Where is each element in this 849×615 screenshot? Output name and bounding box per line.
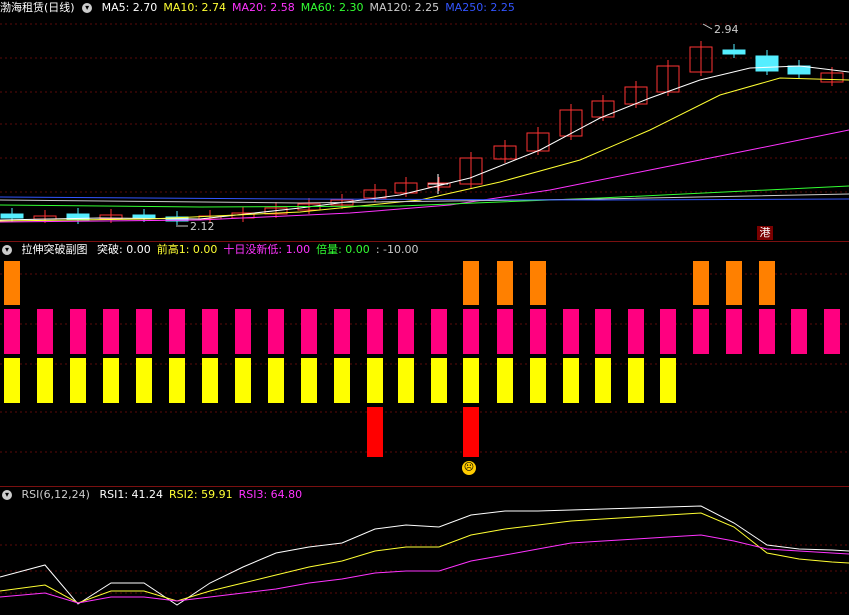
prev-high-bar	[463, 358, 479, 403]
high-pointer	[702, 23, 713, 30]
no-new-low-bar	[334, 309, 350, 354]
double-volume-bar	[463, 407, 479, 457]
hk-marker[interactable]: 港	[757, 226, 773, 240]
no-new-low-bar	[791, 309, 807, 354]
low-label: 2.12	[190, 220, 215, 233]
no-new-low-bar	[37, 309, 53, 354]
breakout-bar	[463, 261, 479, 305]
no-new-low-bar	[693, 309, 709, 354]
candle	[755, 55, 779, 72]
prev-high-bar	[595, 358, 611, 403]
prev-high-bar	[301, 358, 317, 403]
prev-high-bar	[103, 358, 119, 403]
no-new-low-bar	[530, 309, 546, 354]
prev-high-bar	[235, 358, 251, 403]
indicator-panel[interactable]: ▾ 拉伸突破副图 突破: 0.00 前高1: 0.00 十日没新低: 1.00 倍量:…	[0, 242, 849, 486]
prev-high-bar	[563, 358, 579, 403]
prev-high-bar	[367, 358, 383, 403]
no-new-low-bar	[103, 309, 119, 354]
no-new-low-bar	[169, 309, 185, 354]
no-new-low-bar	[563, 309, 579, 354]
breakout-bar	[693, 261, 709, 305]
no-new-low-bar	[660, 309, 676, 354]
double-volume-bar	[367, 407, 383, 457]
no-new-low-bar	[398, 309, 414, 354]
prev-high-bar	[169, 358, 185, 403]
breakout-bar	[530, 261, 546, 305]
candle	[66, 213, 90, 221]
candle	[722, 49, 746, 55]
no-new-low-bar	[268, 309, 284, 354]
prev-high-bar	[4, 358, 20, 403]
no-new-low-bar	[759, 309, 775, 354]
ma20-line	[0, 129, 849, 223]
prev-high-bar	[37, 358, 53, 403]
no-new-low-bar	[595, 309, 611, 354]
prev-high-bar	[136, 358, 152, 403]
no-new-low-bar	[202, 309, 218, 354]
prev-high-bar	[398, 358, 414, 403]
breakout-bar	[759, 261, 775, 305]
prev-high-bar	[431, 358, 447, 403]
high-label: 2.94	[714, 23, 739, 36]
prev-high-bar	[268, 358, 284, 403]
sad-face-icon: ☹	[462, 461, 476, 475]
no-new-low-bar	[136, 309, 152, 354]
rsi1-line	[0, 505, 849, 606]
breakout-bar	[726, 261, 742, 305]
no-new-low-bar	[235, 309, 251, 354]
indicator-chart[interactable]	[0, 242, 849, 486]
prev-high-bar	[628, 358, 644, 403]
no-new-low-bar	[824, 309, 840, 354]
no-new-low-bar	[726, 309, 742, 354]
prev-high-bar	[70, 358, 86, 403]
prev-high-bar	[660, 358, 676, 403]
no-new-low-bar	[497, 309, 513, 354]
no-new-low-bar	[4, 309, 20, 354]
rsi-panel[interactable]: ▾ RSI(6,12,24) RSI1: 41.24 RSI2: 59.91 RSI…	[0, 487, 849, 615]
rsi-chart[interactable]	[0, 487, 849, 615]
no-new-low-bar	[463, 309, 479, 354]
breakout-bar	[497, 261, 513, 305]
breakout-bar	[4, 261, 20, 305]
no-new-low-bar	[367, 309, 383, 354]
prev-high-bar	[497, 358, 513, 403]
kline-panel[interactable]: 渤海租赁(日线) ▾ MA5: 2.70 MA10: 2.74 MA20: 2.58…	[0, 0, 849, 242]
no-new-low-bar	[70, 309, 86, 354]
kline-chart[interactable]: 2.94 2.12	[0, 0, 849, 242]
prev-high-bar	[334, 358, 350, 403]
candle	[132, 214, 156, 219]
prev-high-bar	[202, 358, 218, 403]
no-new-low-bar	[628, 309, 644, 354]
candle	[0, 213, 24, 219]
no-new-low-bar	[301, 309, 317, 354]
no-new-low-bar	[431, 309, 447, 354]
prev-high-bar	[530, 358, 546, 403]
